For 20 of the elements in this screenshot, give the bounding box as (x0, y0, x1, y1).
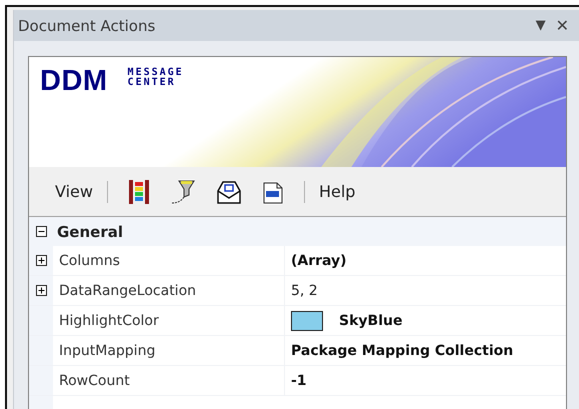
property-value[interactable]: 5, 2 (291, 282, 318, 298)
category-label: General (57, 222, 123, 240)
expand-toggle-icon[interactable] (36, 285, 46, 296)
toolbar-menu-button[interactable]: Help (314, 180, 360, 203)
close-button[interactable]: ✕ (556, 16, 569, 35)
color-bars-icon[interactable] (128, 178, 150, 204)
property-value[interactable]: (Array) (291, 252, 347, 268)
logo-text: DDM (40, 67, 108, 96)
envelope-icon[interactable] (216, 178, 242, 204)
logo-subtitle: MESSAGE (128, 68, 184, 78)
logo-subtitle: CENTER (128, 78, 177, 88)
expand-toggle-icon[interactable] (36, 255, 46, 266)
pane-title: Document Actions (18, 16, 156, 34)
funnel-icon[interactable] (170, 178, 196, 204)
pane-menu-button[interactable]: ▼ (536, 18, 546, 33)
property-value[interactable]: SkyBlue (339, 312, 402, 328)
collapse-toggle-icon[interactable] (36, 226, 46, 237)
toolbar-menu-button[interactable]: View (51, 180, 97, 203)
property-value[interactable]: -1 (291, 372, 307, 388)
property-value[interactable]: Package Mapping Collection (291, 342, 514, 358)
